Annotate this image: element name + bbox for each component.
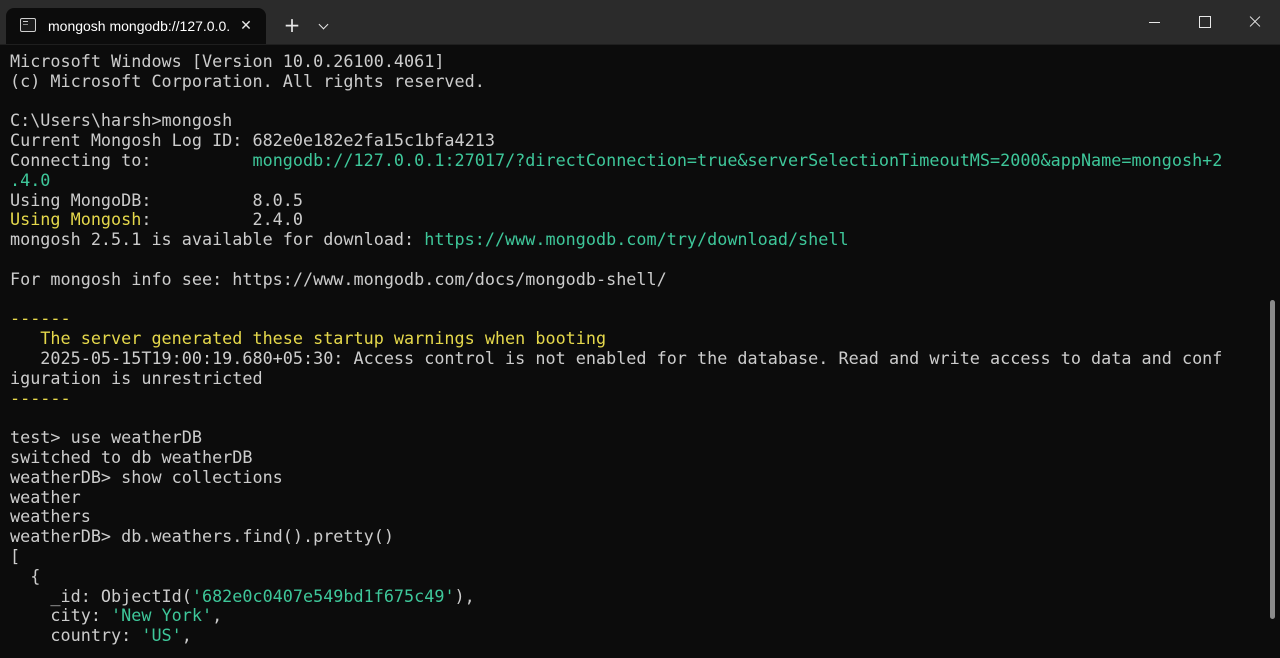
terminal-text: : 2.4.0 [141,209,303,230]
terminal-line: ------ [10,308,1266,329]
terminal-text: Using MongoDB: 8.0.5 [10,189,303,210]
terminal-line: iguration is unrestricted [10,367,1266,389]
terminal-text: C:\Users\harsh>mongosh [10,110,233,131]
terminal-line: { [10,565,1266,587]
terminal-line: C:\Users\harsh>mongosh [10,110,1266,131]
terminal-text: The server generated these startup warni… [10,328,607,349]
terminal-line: For mongosh info see: https://www.mongod… [10,268,1266,290]
terminal-line: [ [10,545,1266,567]
maximize-button[interactable] [1180,0,1230,44]
terminal-text: Current Mongosh Log ID: 682e0e182e2fa15c… [10,130,495,151]
terminal-line: weatherDB> db.weathers.find().pretty() [10,526,1266,547]
terminal-line: Current Mongosh Log ID: 682e0e182e2fa15c… [10,130,1266,151]
terminal-text: country: [10,625,142,646]
terminal-text: { [10,565,41,586]
terminal-text: city: [10,605,112,626]
title-bar[interactable]: mongosh mongodb://127.0.0. ✕ + [0,0,1280,45]
close-window-button[interactable] [1230,0,1280,44]
terminal-text: weatherDB> show collections [10,466,283,487]
terminal-line: mongosh 2.5.1 is available for download:… [10,229,1266,250]
terminal-text: , [181,625,192,646]
terminal-text: For mongosh info see: https://www.mongod… [10,268,667,289]
terminal-line: city: 'New York', [10,605,1266,626]
tab-title: mongosh mongodb://127.0.0. [48,18,231,34]
scrollbar-thumb[interactable] [1270,300,1275,619]
terminal-window: mongosh mongodb://127.0.0. ✕ + Microsoft… [0,0,1280,658]
terminal-line: Microsoft Windows [Version 10.0.26100.40… [10,51,1266,72]
terminal-line: test> use weatherDB [10,427,1266,448]
close-tab-icon[interactable]: ✕ [236,16,256,36]
terminal-text: mongosh 2.5.1 is available for download: [10,229,425,250]
terminal-line: Connecting to: mongodb://127.0.0.1:27017… [10,149,1266,171]
terminal-text: Using Mongosh [10,209,142,230]
terminal-line: The server generated these startup warni… [10,328,1266,349]
terminal-line: _id: ObjectId('682e0c0407e549bd1f675c49'… [10,585,1266,607]
terminal-line: weatherDB> show collections [10,466,1266,488]
terminal-text: switched to db weatherDB [10,446,253,467]
terminal-text: 2025-05-15T19:00:19.680+05:30: Access co… [10,347,1223,368]
terminal-text: ), [454,585,475,606]
terminal-line: country: 'US', [10,625,1266,646]
terminal-text: [ [10,545,21,566]
terminal-text: Microsoft Windows [Version 10.0.26100.40… [10,51,445,71]
terminal-line: .4.0 [10,169,1266,191]
terminal-text: mongodb://127.0.0.1:27017/?directConnect… [252,149,1223,170]
terminal-line: weather [10,486,1266,508]
terminal-text: '682e0c0407e549bd1f675c49' [191,585,455,606]
terminal-line: Using Mongosh: 2.4.0 [10,209,1266,230]
terminal-text: 'US' [141,625,182,646]
terminal-text: weatherDB> db.weathers.find().pretty() [10,526,394,547]
terminal-text: https://www.mongodb.com/try/download/she… [424,229,849,250]
terminal-output[interactable]: Microsoft Windows [Version 10.0.26100.40… [0,44,1266,658]
scrollbar[interactable] [1268,50,1278,650]
terminal-line: switched to db weatherDB [10,446,1266,468]
new-tab-button[interactable]: + [278,12,306,40]
terminal-text: .4.0 [10,169,51,190]
terminal-text: ------ [10,387,71,408]
minimize-button[interactable] [1130,0,1180,44]
terminal-text: weathers [10,506,91,527]
terminal-text: iguration is unrestricted [10,367,263,388]
terminal-text: weather [10,486,81,507]
terminal-text: _id: ObjectId( [10,585,192,606]
terminal-line: ------ [10,387,1266,409]
terminal-text: 'New York' [111,605,213,626]
terminal-line: weathers [10,506,1266,527]
terminal-text: (c) Microsoft Corporation. All rights re… [10,70,485,91]
terminal-icon [20,18,36,32]
terminal-text: test> use weatherDB [10,427,202,448]
tab-mongosh[interactable]: mongosh mongodb://127.0.0. ✕ [6,8,266,44]
chevron-down-icon[interactable] [312,12,336,40]
terminal-line: Using MongoDB: 8.0.5 [10,189,1266,211]
terminal-line: 2025-05-15T19:00:19.680+05:30: Access co… [10,347,1266,369]
terminal-text: , [212,605,223,626]
terminal-line: (c) Microsoft Corporation. All rights re… [10,70,1266,92]
terminal-text: Connecting to: [10,149,253,170]
terminal-text: ------ [10,308,71,329]
